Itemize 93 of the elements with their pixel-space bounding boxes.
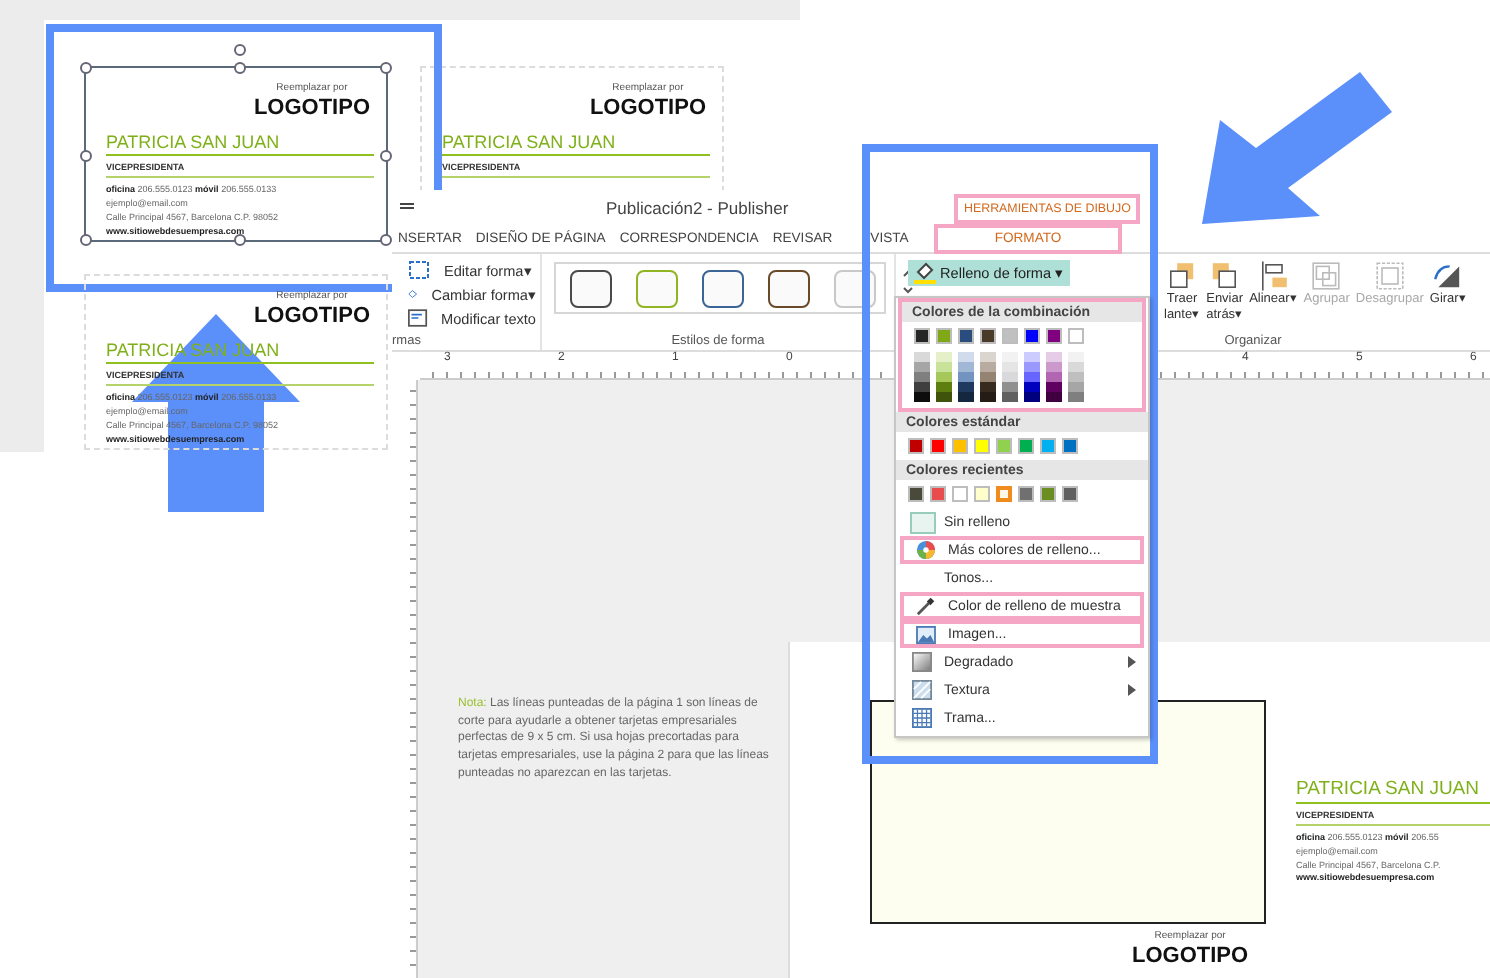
color-wheel-icon	[916, 540, 936, 560]
color-swatch[interactable]	[930, 438, 946, 454]
person-name: PATRICIA SAN JUAN	[106, 132, 374, 157]
color-swatch[interactable]	[930, 486, 946, 502]
color-swatch[interactable]	[980, 352, 996, 362]
group-icon	[1310, 260, 1343, 292]
color-swatch[interactable]	[980, 328, 996, 344]
shape-style[interactable]	[702, 269, 744, 307]
color-swatch[interactable]	[1068, 392, 1084, 402]
color-swatch[interactable]	[952, 438, 968, 454]
shape-style[interactable]	[570, 269, 612, 307]
color-swatch[interactable]	[1002, 328, 1018, 344]
logo-text: LOGOTIPO	[587, 94, 708, 123]
person-name: PATRICIA SAN JUAN	[1296, 778, 1490, 804]
edit-points-icon	[408, 260, 430, 280]
color-swatch[interactable]	[936, 352, 952, 362]
color-swatch[interactable]	[1002, 392, 1018, 402]
color-swatch[interactable]	[1062, 438, 1078, 454]
color-swatch[interactable]	[1046, 328, 1062, 344]
color-swatch[interactable]	[958, 362, 974, 372]
window-title: Publicación2 - Publisher	[606, 197, 789, 217]
color-swatch[interactable]	[1024, 352, 1040, 362]
color-swatch[interactable]	[1062, 486, 1078, 502]
color-swatch[interactable]	[1046, 392, 1062, 402]
bring-forward-icon	[1166, 260, 1199, 292]
color-swatch[interactable]	[996, 438, 1012, 454]
color-swatch[interactable]	[1068, 382, 1084, 392]
color-swatch[interactable]	[914, 392, 930, 402]
color-swatch[interactable]	[1018, 486, 1034, 502]
color-swatch[interactable]	[914, 362, 930, 372]
color-swatch[interactable]	[1068, 362, 1084, 372]
color-swatch[interactable]	[1046, 372, 1062, 382]
color-swatch[interactable]	[1046, 362, 1062, 372]
color-swatch[interactable]	[958, 382, 974, 392]
color-swatch[interactable]	[1024, 382, 1040, 392]
eyedropper-icon	[916, 596, 936, 616]
logo-text: LOGOTIPO	[251, 302, 372, 331]
color-swatch[interactable]	[1024, 372, 1040, 382]
color-swatch[interactable]	[980, 392, 996, 402]
color-swatch[interactable]	[1002, 362, 1018, 372]
color-swatch[interactable]	[936, 392, 952, 402]
color-swatch[interactable]	[1068, 352, 1084, 362]
person-name: PATRICIA SAN JUAN	[442, 132, 710, 157]
color-swatch[interactable]	[1068, 328, 1084, 344]
send-backward-icon	[1208, 260, 1241, 292]
color-swatch[interactable]	[1046, 352, 1062, 362]
color-swatch[interactable]	[914, 328, 930, 344]
texture-icon	[912, 680, 932, 700]
align-icon	[1257, 260, 1290, 292]
picture-icon	[916, 625, 936, 643]
color-swatch[interactable]	[958, 328, 974, 344]
color-swatch[interactable]	[1024, 362, 1040, 372]
color-swatch[interactable]	[936, 362, 952, 372]
rotate-icon	[1432, 260, 1465, 292]
no-fill-swatch-icon	[909, 511, 935, 533]
color-swatch[interactable]	[958, 372, 974, 382]
diamond-shape-icon	[408, 284, 418, 304]
color-swatch[interactable]	[1024, 392, 1040, 402]
color-swatch[interactable]	[908, 486, 924, 502]
color-swatch[interactable]	[974, 438, 990, 454]
color-swatch[interactable]	[914, 352, 930, 362]
ungroup-icon	[1373, 260, 1406, 292]
color-swatch[interactable]	[1018, 438, 1034, 454]
color-swatch[interactable]	[1040, 438, 1056, 454]
color-swatch[interactable]	[1002, 352, 1018, 362]
gradient-icon	[912, 652, 932, 672]
paint-bucket-icon	[914, 262, 936, 284]
color-swatch[interactable]	[958, 352, 974, 362]
color-swatch[interactable]	[914, 372, 930, 382]
color-swatch[interactable]	[996, 486, 1012, 502]
color-swatch[interactable]	[908, 438, 924, 454]
color-swatch[interactable]	[1002, 372, 1018, 382]
color-swatch[interactable]	[980, 382, 996, 392]
color-swatch[interactable]	[980, 362, 996, 372]
color-swatch[interactable]	[936, 328, 952, 344]
color-swatch[interactable]	[936, 372, 952, 382]
color-swatch[interactable]	[914, 382, 930, 392]
color-swatch[interactable]	[952, 486, 968, 502]
pattern-icon	[912, 708, 932, 728]
logo-text: LOGOTIPO	[251, 94, 372, 123]
color-swatch[interactable]	[1040, 486, 1056, 502]
color-swatch[interactable]	[974, 486, 990, 502]
text-box-icon	[408, 308, 428, 328]
color-swatch[interactable]	[1068, 372, 1084, 382]
color-swatch[interactable]	[958, 392, 974, 402]
logo-text: LOGOTIPO	[1130, 942, 1251, 971]
color-swatch[interactable]	[936, 382, 952, 392]
shape-style[interactable]	[768, 269, 810, 307]
customize-menu-icon[interactable]	[400, 201, 414, 213]
color-swatch[interactable]	[1002, 382, 1018, 392]
color-swatch[interactable]	[1046, 382, 1062, 392]
color-swatch[interactable]	[980, 372, 996, 382]
color-swatch[interactable]	[1024, 328, 1040, 344]
